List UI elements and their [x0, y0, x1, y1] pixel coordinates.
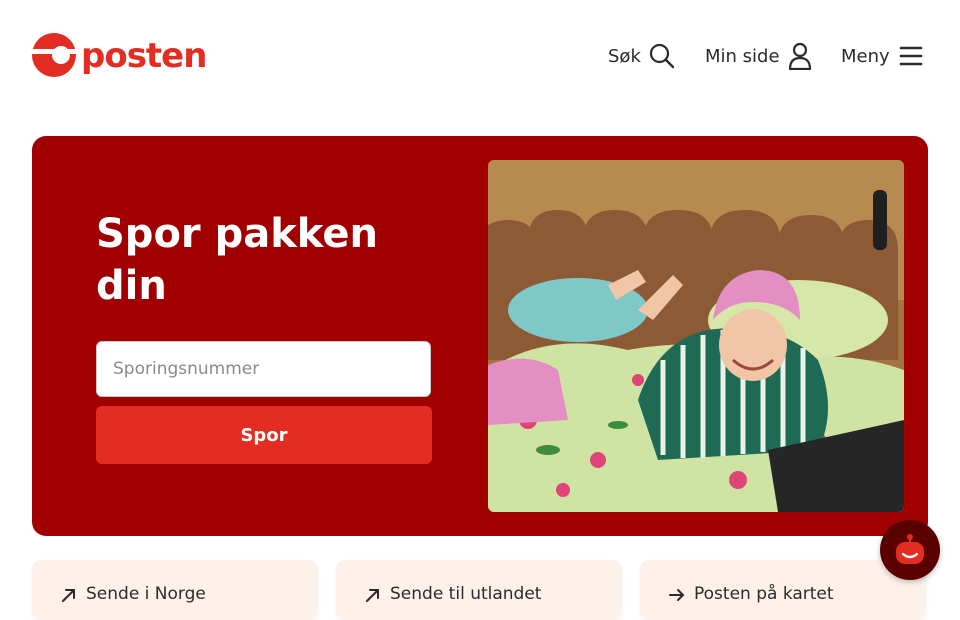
- posten-logo[interactable]: posten: [31, 32, 207, 78]
- track-package-hero: Spor pakken din Spor: [32, 136, 928, 536]
- track-button[interactable]: Spor: [96, 406, 432, 464]
- chat-bot-button[interactable]: [880, 520, 940, 580]
- hero-illustration: [488, 160, 904, 512]
- hamburger-icon: [899, 46, 922, 66]
- chat-robot-icon: [896, 534, 924, 564]
- my-page-label: Min side: [705, 45, 780, 67]
- menu-button[interactable]: Meny: [841, 40, 924, 72]
- search-button[interactable]: Søk: [608, 40, 675, 72]
- quick-link-label: Sende til utlandet: [390, 584, 542, 604]
- arrow-up-right-icon: [62, 589, 75, 602]
- my-page-button[interactable]: Min side: [705, 40, 812, 72]
- arrow-up-right-icon: [366, 589, 379, 602]
- site-header: posten Søk Min side Meny: [0, 0, 960, 112]
- user-icon: [788, 42, 811, 70]
- logo-text: posten: [81, 36, 207, 76]
- hero-title: Spor pakken din: [96, 211, 378, 309]
- search-label: Søk: [608, 45, 641, 67]
- quick-link-posten-map[interactable]: Posten på kartet: [640, 560, 926, 620]
- menu-label: Meny: [841, 45, 890, 67]
- quick-link-send-norway[interactable]: Sende i Norge: [32, 560, 318, 620]
- quick-link-label: Sende i Norge: [86, 584, 206, 604]
- quick-link-send-abroad[interactable]: Sende til utlandet: [336, 560, 622, 620]
- posten-logo-icon: [31, 33, 77, 77]
- tracking-number-input[interactable]: [96, 341, 431, 397]
- arrow-right-icon: [669, 589, 684, 601]
- quick-links: Sende i Norge Sende til utlandet Posten …: [32, 560, 928, 620]
- hero-photo: [488, 160, 904, 512]
- search-icon: [649, 43, 675, 69]
- quick-link-label: Posten på kartet: [694, 584, 834, 604]
